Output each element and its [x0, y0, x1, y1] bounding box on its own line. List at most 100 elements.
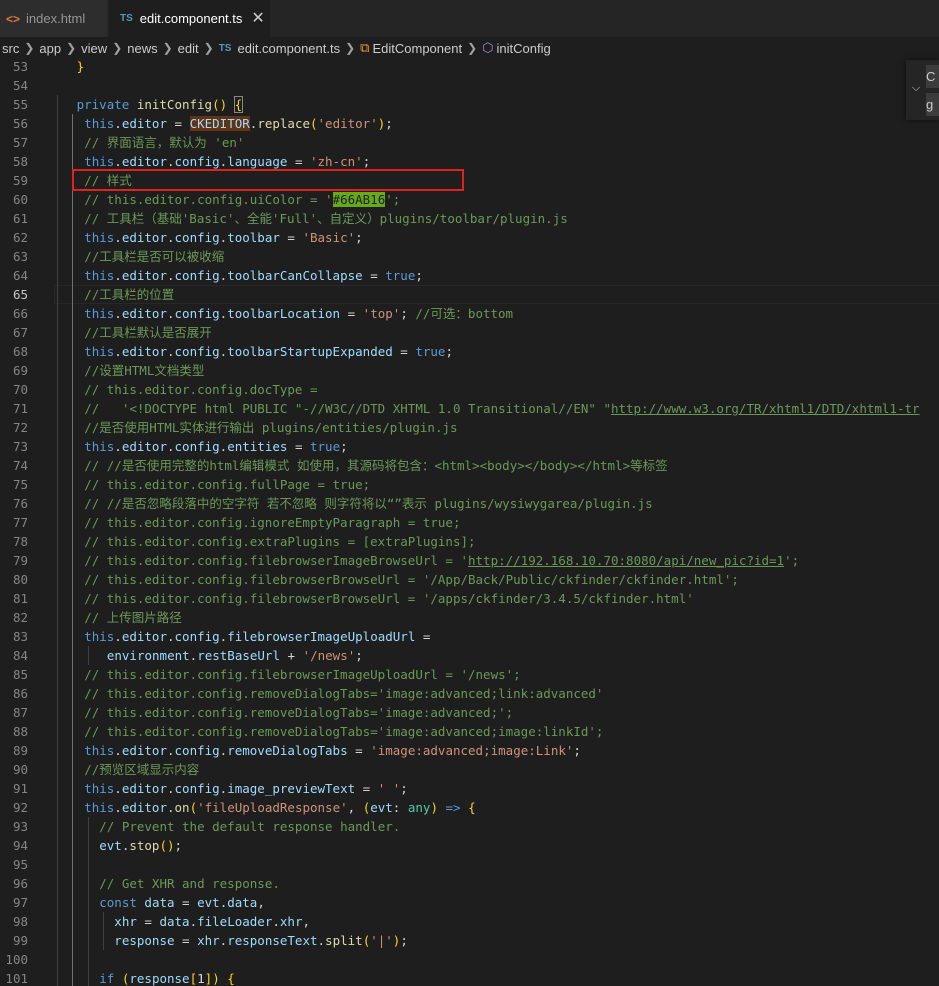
chevron-right-icon: ❯: [162, 41, 173, 55]
code-line[interactable]: this.editor.config.entities = true;: [54, 437, 347, 456]
code-token: this: [84, 629, 115, 644]
method-symbol-icon: ⬡: [482, 40, 494, 55]
code-line[interactable]: // this.editor.config.filebrowserBrowseU…: [54, 589, 694, 608]
code-line[interactable]: //是否使用HTML实体进行输出 plugins/entities/plugin…: [54, 418, 457, 437]
code-line[interactable]: }: [54, 59, 85, 76]
code-line[interactable]: // //是否使用完整的html编辑模式 如使用，其源码将包含：<html><b…: [54, 456, 667, 475]
code-line[interactable]: this.editor.config.toolbarCanCollapse = …: [54, 266, 423, 285]
code-token: responseText: [227, 933, 318, 948]
code-line[interactable]: this.editor.config.filebrowserImageUploa…: [54, 627, 430, 646]
code-line[interactable]: //预览区域显示内容: [54, 760, 199, 779]
code-line[interactable]: // //是否忽略段落中的空字符 若不忽略 则字符将以“”表示 plugins/…: [54, 494, 653, 513]
code-token: .: [114, 629, 122, 644]
find-input[interactable]: C: [926, 65, 939, 88]
breadcrumb-edit[interactable]: edit: [178, 41, 199, 56]
code-line[interactable]: // Get XHR and response.: [54, 874, 280, 893]
code-line[interactable]: const data = evt.data,: [54, 893, 265, 912]
code-line[interactable]: // 上传图片路径: [54, 608, 182, 627]
code-line[interactable]: // this.editor.config.removeDialogTabs='…: [54, 722, 603, 741]
code-line[interactable]: this.editor.config.toolbarStartupExpande…: [54, 342, 453, 361]
code-token: toolbarLocation: [227, 306, 341, 321]
code-token: this: [84, 268, 115, 283]
code-line[interactable]: this.editor.on('fileUploadResponse', (ev…: [54, 798, 475, 817]
code-token: evt: [197, 895, 220, 910]
code-line[interactable]: //设置HTML文档类型: [54, 361, 204, 380]
code-token: // //是否忽略段落中的空字符 若不忽略 则字符将以“”表示 plugins/…: [84, 496, 653, 511]
code-line[interactable]: // this.editor.config.removeDialogTabs='…: [54, 703, 513, 722]
code-token: editor: [121, 800, 167, 815]
code-line[interactable]: // this.editor.config.filebrowserImageBr…: [54, 551, 799, 570]
code-token: true: [385, 268, 416, 283]
code-token: editor: [121, 230, 167, 245]
code-line[interactable]: // 工具栏（基础'Basic'、全能'Full'、自定义）plugins/to…: [54, 209, 568, 228]
code-area[interactable]: } private initConfig() {this.editor = CKE…: [0, 59, 939, 986]
code-token: ;: [573, 743, 581, 758]
code-line[interactable]: this.editor.config.image_previewText = '…: [54, 779, 408, 798]
code-token: =: [347, 743, 371, 758]
code-token: .: [114, 116, 122, 131]
code-token: if: [99, 971, 115, 986]
code-token: .: [317, 933, 326, 948]
code-token: 'zh-cn': [310, 154, 363, 169]
code-token: response: [129, 971, 190, 986]
code-token: private: [76, 97, 130, 112]
code-token: // Get XHR and response.: [99, 876, 280, 891]
chevron-down-icon[interactable]: ⌵: [908, 78, 924, 98]
tab-edit-component-ts[interactable]: TS edit.component.ts ✕: [109, 0, 270, 37]
code-token: evt: [370, 800, 393, 815]
code-token: ;: [174, 838, 183, 853]
code-line[interactable]: evt.stop();: [54, 836, 182, 855]
code-line[interactable]: this.editor = CKEDITOR.replace('editor')…: [54, 114, 393, 133]
replace-input[interactable]: g: [926, 93, 939, 116]
code-line[interactable]: // Prevent the default response handler.: [54, 817, 400, 836]
breadcrumb-method[interactable]: initConfig: [497, 41, 551, 56]
code-line[interactable]: // this.editor.config.ignoreEmptyParagra…: [54, 513, 460, 532]
code-line[interactable]: // this.editor.config.filebrowserImageUp…: [54, 665, 521, 684]
breadcrumb-view[interactable]: view: [81, 41, 107, 56]
close-icon[interactable]: ✕: [251, 10, 264, 27]
code-line[interactable]: if (response[1]) {: [54, 969, 235, 986]
breadcrumb-app[interactable]: app: [39, 41, 61, 56]
code-editor[interactable]: 53 54 55 56 57 58 59 60 61 62 63 64 65 66 67 68 69 70 71 72…: [0, 59, 939, 986]
code-line[interactable]: // this.editor.config.docType =: [54, 380, 317, 399]
code-line[interactable]: //工具栏的位置: [54, 285, 174, 304]
code-line[interactable]: // this.editor.config.uiColor = '#66AB16…: [54, 190, 400, 209]
breadcrumb-src[interactable]: src: [2, 41, 19, 56]
code-token: // this.editor.config.extraPlugins = [ex…: [84, 534, 476, 549]
code-line[interactable]: environment.restBaseUrl + '/news';: [54, 646, 363, 665]
code-line[interactable]: // 界面语言，默认为 'en': [54, 133, 244, 152]
code-line[interactable]: this.editor.config.toolbarLocation = 'to…: [54, 304, 513, 323]
code-line[interactable]: [54, 950, 69, 969]
tab-index-html[interactable]: <> index.html: [0, 0, 108, 37]
code-token: .: [166, 154, 175, 169]
code-line[interactable]: // '<!DOCTYPE html PUBLIC "-//W3C//DTD X…: [54, 399, 919, 418]
breadcrumb-class[interactable]: EditComponent: [372, 41, 462, 56]
code-line[interactable]: this.editor.config.toolbar = 'Basic';: [54, 228, 363, 247]
code-line[interactable]: // this.editor.config.removeDialogTabs='…: [54, 684, 603, 703]
code-line[interactable]: // this.editor.config.extraPlugins = [ex…: [54, 532, 476, 551]
code-token: :: [392, 800, 408, 815]
code-token: ' ': [377, 781, 401, 796]
code-line[interactable]: response = xhr.responseText.split('|');: [54, 931, 408, 950]
breadcrumb-file[interactable]: edit.component.ts: [237, 41, 340, 56]
code-line[interactable]: this.editor.config.removeDialogTabs = 'i…: [54, 741, 581, 760]
code-line[interactable]: [54, 76, 69, 95]
code-line[interactable]: xhr = data.fileLoader.xhr,: [54, 912, 310, 931]
code-line[interactable]: //工具栏默认是否展开: [54, 323, 212, 342]
code-token: editor: [121, 781, 167, 796]
code-line[interactable]: // this.editor.config.fullPage = true;: [54, 475, 370, 494]
code-token: any: [407, 800, 431, 815]
code-token: this: [84, 781, 115, 796]
code-line[interactable]: // this.editor.config.filebrowserBrowseU…: [54, 570, 739, 589]
code-token: ;: [445, 344, 453, 359]
breadcrumb-news[interactable]: news: [127, 41, 157, 56]
typescript-file-icon: TS: [120, 13, 133, 24]
code-line[interactable]: [54, 855, 69, 874]
code-line[interactable]: private initConfig() {: [54, 95, 244, 114]
code-line[interactable]: //工具栏是否可以被收缩: [54, 247, 224, 266]
code-token: 'top': [362, 306, 401, 321]
